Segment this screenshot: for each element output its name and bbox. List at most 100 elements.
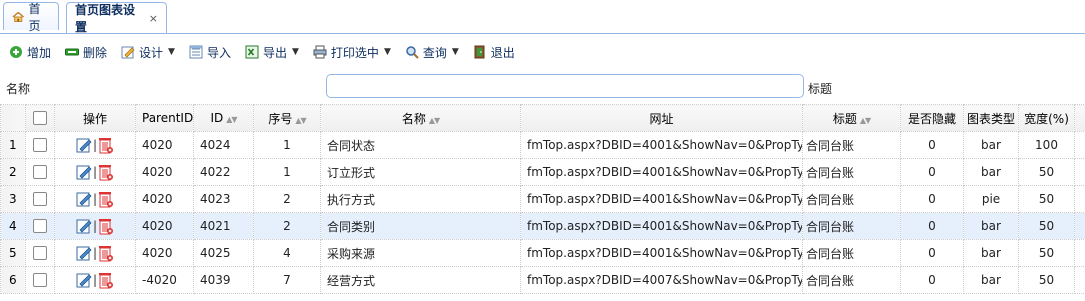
cell-chart-type: bar (963, 131, 1019, 159)
cell-width: 100 (1018, 131, 1075, 159)
cell-url: fmTop.aspx?DBID=4001&ShowNav=0&PropTy (520, 131, 803, 159)
add-label: 增加 (27, 45, 52, 60)
cell-parentid: 4020 (135, 239, 194, 267)
row-number: 3 (0, 185, 26, 213)
cell-title: 合同台账 (802, 158, 901, 186)
delete-button[interactable]: 删除 (60, 40, 112, 64)
export-menu-button[interactable]: 导出 ▼ (240, 40, 304, 64)
row-checkbox[interactable] (33, 273, 47, 288)
row-checkbox[interactable] (33, 138, 47, 153)
row-checkbox[interactable] (33, 219, 47, 234)
exit-door-icon (474, 45, 485, 59)
table-row[interactable]: 1 | 4020 4024 1 合同状态 fmTop.aspx?DBID=400… (0, 131, 1085, 159)
table-row[interactable]: 2 | 4020 4022 1 订立形式 fmTop.aspx?DBID=400… (0, 158, 1085, 186)
row-checkbox-cell[interactable] (25, 212, 55, 240)
row-number: 6 (0, 266, 26, 294)
row-actions: | (54, 212, 136, 240)
row-checkbox-cell[interactable] (25, 266, 55, 294)
cell-name: 经营方式 (320, 266, 521, 294)
scroll-gutter (1074, 212, 1085, 240)
query-menu-button[interactable]: 查询 ▼ (400, 40, 464, 64)
row-checkbox-cell[interactable] (25, 239, 55, 267)
cell-id: 4021 (193, 212, 254, 240)
trash-icon[interactable] (98, 244, 114, 262)
cell-url: fmTop.aspx?DBID=4001&ShowNav=0&PropTy (520, 239, 803, 267)
row-checkbox[interactable] (33, 192, 47, 207)
scroll-gutter (1074, 266, 1085, 294)
edit-icon[interactable] (76, 218, 92, 234)
row-actions: | (54, 185, 136, 213)
row-checkbox-cell[interactable] (25, 185, 55, 213)
col-header-hidden[interactable]: 是否隐藏 (900, 104, 964, 132)
cell-name: 合同状态 (320, 131, 521, 159)
title-filter-label: 标题 (808, 82, 833, 96)
data-grid: 操作 ParentID ID ▲▼ 序号 ▲▼ 名称 ▲▼ 网址 标题 ▲▼ 是否隐藏 … (0, 104, 1085, 294)
col-header-parentid[interactable]: ParentID (135, 104, 194, 132)
edit-icon[interactable] (76, 137, 92, 153)
table-row[interactable]: 6 | -4020 4039 7 经营方式 fmTop.aspx?DBID=40… (0, 266, 1085, 294)
col-header-width[interactable]: 宽度(%) (1018, 104, 1075, 132)
cell-chart-type: pie (963, 185, 1019, 213)
print-selected-menu-button[interactable]: 打印选中 ▼ (308, 40, 396, 64)
edit-icon[interactable] (76, 272, 92, 288)
tab-chart-settings-label: 首页图表设置 (75, 3, 136, 34)
add-button[interactable]: 增加 (4, 40, 56, 64)
trash-icon[interactable] (98, 271, 114, 289)
row-actions: | (54, 266, 136, 294)
col-header-title[interactable]: 标题 ▲▼ (802, 104, 901, 132)
edit-icon[interactable] (76, 164, 92, 180)
cell-chart-type: bar (963, 158, 1019, 186)
scroll-gutter (1074, 131, 1085, 159)
tab-home[interactable]: 首页 (3, 2, 59, 33)
trash-icon[interactable] (98, 190, 114, 208)
close-icon[interactable]: × (149, 12, 158, 25)
table-row[interactable]: 4 | 4020 4021 2 合同类别 fmTop.aspx?DBID=400… (0, 212, 1085, 240)
col-header-chart-type[interactable]: 图表类型 (963, 104, 1019, 132)
trash-icon[interactable] (98, 217, 114, 235)
row-actions: | (54, 158, 136, 186)
col-header-op: 操作 (54, 104, 136, 132)
select-all-checkbox-cell[interactable] (25, 104, 55, 132)
tab-chart-settings[interactable]: 首页图表设置 × (66, 2, 167, 34)
row-number-header (0, 104, 26, 132)
scroll-gutter (1074, 104, 1085, 132)
cell-parentid: 4020 (135, 185, 194, 213)
cell-name: 合同类别 (320, 212, 521, 240)
cell-width: 50 (1018, 266, 1075, 294)
design-menu-button[interactable]: 设计 ▼ (116, 40, 180, 64)
trash-icon[interactable] (98, 136, 114, 154)
row-number: 1 (0, 131, 26, 159)
name-search-input[interactable] (326, 74, 804, 98)
row-checkbox-cell[interactable] (25, 131, 55, 159)
row-checkbox[interactable] (33, 165, 47, 180)
cell-title: 合同台账 (802, 239, 901, 267)
cell-url: fmTop.aspx?DBID=4001&ShowNav=0&PropTy (520, 185, 803, 213)
row-actions: | (54, 239, 136, 267)
cell-hidden: 0 (900, 239, 964, 267)
col-header-id[interactable]: ID ▲▼ (193, 104, 254, 132)
chevron-down-icon: ▼ (292, 47, 299, 57)
trash-icon[interactable] (98, 163, 114, 181)
chevron-down-icon: ▼ (451, 47, 459, 57)
col-header-seq[interactable]: 序号 ▲▼ (253, 104, 321, 132)
select-all-checkbox[interactable] (33, 111, 47, 126)
row-number: 5 (0, 239, 26, 267)
cell-title: 合同台账 (802, 131, 901, 159)
cell-seq: 2 (253, 185, 321, 213)
cell-id: 4024 (193, 131, 254, 159)
table-row[interactable]: 5 | 4020 4025 4 采购来源 fmTop.aspx?DBID=400… (0, 239, 1085, 267)
edit-icon[interactable] (76, 245, 92, 261)
cell-hidden: 0 (900, 158, 964, 186)
edit-icon[interactable] (76, 191, 92, 207)
exit-button[interactable]: 退出 (468, 40, 520, 64)
col-header-url[interactable]: 网址 (520, 104, 803, 132)
col-header-name[interactable]: 名称 ▲▼ (320, 104, 521, 132)
cell-title: 合同台账 (802, 212, 901, 240)
import-icon (189, 45, 203, 59)
import-button[interactable]: 导入 (184, 40, 236, 64)
table-row[interactable]: 3 | 4020 4023 2 执行方式 fmTop.aspx?DBID=400… (0, 185, 1085, 213)
row-checkbox-cell[interactable] (25, 158, 55, 186)
row-checkbox[interactable] (33, 246, 47, 261)
cell-seq: 1 (253, 131, 321, 159)
cell-width: 50 (1018, 212, 1075, 240)
